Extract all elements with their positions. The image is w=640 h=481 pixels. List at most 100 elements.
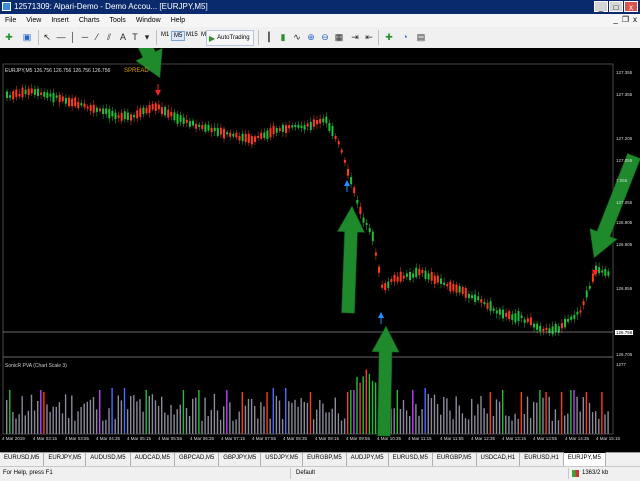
tab-audjpy-m5[interactable]: AUDJPY,M5 <box>347 453 389 466</box>
line-chart-icon[interactable]: ∿ <box>290 30 304 44</box>
menu-window[interactable]: Window <box>131 17 166 24</box>
volume-bar <box>164 412 166 434</box>
volume-bar <box>409 416 411 434</box>
candle-body <box>433 275 436 284</box>
volume-bar <box>570 390 572 434</box>
menu-view[interactable]: View <box>21 17 46 24</box>
doc-minimize-button[interactable]: _ <box>613 15 617 24</box>
volume-bar <box>303 401 305 434</box>
volume-bar <box>467 419 470 434</box>
menu-file[interactable]: File <box>0 17 21 24</box>
volume-bar <box>21 396 23 434</box>
chart-shift-icon[interactable]: ⇥ <box>348 30 362 44</box>
price-label: 126.905 <box>616 220 633 225</box>
candle-body <box>399 271 402 282</box>
tab-usdcad-h1[interactable]: USDCAD,H1 <box>477 453 521 466</box>
candle-body <box>201 125 204 130</box>
periods-icon[interactable]: ◔ <box>398 30 412 44</box>
tab-eurgbp-m5[interactable]: EURGBP,M5 <box>303 453 347 466</box>
candle-body <box>604 269 607 276</box>
candle-body <box>390 278 393 282</box>
tile-windows-icon[interactable]: ▦ <box>332 30 346 44</box>
candle-body <box>235 132 238 138</box>
chart-canvas[interactable] <box>0 48 640 452</box>
templates-icon[interactable]: ▤ <box>414 30 428 44</box>
tab-eurusd-m5[interactable]: EURUSD,M5 <box>0 453 45 466</box>
doc-close-button[interactable]: x <box>633 15 637 24</box>
volume-bar <box>89 399 92 434</box>
candle-body <box>285 125 287 133</box>
status-divider <box>568 468 569 479</box>
volume-bar <box>281 419 284 434</box>
cursor-icon[interactable]: ↖ <box>40 30 54 44</box>
profiles-icon[interactable]: ▣ <box>20 30 34 44</box>
candle-body <box>471 295 473 299</box>
window-controls: _ □ x <box>594 1 638 12</box>
volume-bar <box>405 410 408 434</box>
minimize-button[interactable]: _ <box>594 1 608 12</box>
timeframe-m1[interactable]: M1 <box>159 31 171 39</box>
timeframe-m15[interactable]: M15 <box>184 31 200 39</box>
time-label: 4 Mar 09:55 <box>346 436 371 441</box>
tab-eurusd-h1[interactable]: EURUSD,H1 <box>520 453 564 466</box>
menu-bar: File View Insert Charts Tools Window Hel… <box>0 14 640 27</box>
volume-bar <box>588 402 591 434</box>
tab-eurgbp-m5-2[interactable]: EURGBP,M5 <box>433 453 477 466</box>
candle-body <box>33 89 36 95</box>
volume-bar <box>319 399 321 434</box>
candle-body <box>12 91 15 100</box>
candle-body <box>368 228 371 233</box>
tab-gbpjpy-m5[interactable]: GBPJPY,M5 <box>219 453 262 466</box>
bar-chart-icon[interactable]: ┃ <box>262 30 276 44</box>
volume-bar <box>328 412 330 434</box>
tab-eurusd-m5-2[interactable]: EURUSD,M5 <box>389 453 433 466</box>
menu-insert[interactable]: Insert <box>46 17 74 24</box>
volume-bar <box>95 409 98 434</box>
candle-body <box>402 275 405 279</box>
candle-body <box>371 231 374 242</box>
zoom-in-icon[interactable]: ⊕ <box>304 30 318 44</box>
volume-bar <box>226 390 228 434</box>
candle-body <box>325 116 328 124</box>
candle-body <box>241 133 244 142</box>
tab-gbpcad-m5[interactable]: GBPCAD,M5 <box>175 453 220 466</box>
menu-tools[interactable]: Tools <box>104 17 130 24</box>
new-chart-icon[interactable]: ✚ <box>2 30 16 44</box>
volume-bar <box>309 392 312 434</box>
candle-body <box>378 266 380 273</box>
tab-eurjpy-m5[interactable]: EURJPY,M5 <box>44 453 87 466</box>
candle-body <box>430 272 433 281</box>
candle-body <box>483 302 486 305</box>
volume-bar <box>204 397 206 434</box>
doc-restore-button[interactable]: ❐ <box>622 15 629 24</box>
tab-audcad-m5[interactable]: AUDCAD,M5 <box>131 453 175 466</box>
menu-help[interactable]: Help <box>166 17 190 24</box>
tab-usdjpy-m5[interactable]: USDJPY,M5 <box>261 453 304 466</box>
indicators-icon[interactable]: ✚ <box>382 30 396 44</box>
candle-body <box>387 281 390 288</box>
candlestick-icon[interactable]: ▮ <box>276 30 290 44</box>
channel-icon[interactable]: ⫽ <box>102 30 116 44</box>
volume-bar <box>452 419 454 434</box>
zoom-out-icon[interactable]: ⊖ <box>318 30 332 44</box>
volume-bar <box>52 406 54 434</box>
menu-charts[interactable]: Charts <box>74 17 105 24</box>
close-button[interactable]: x <box>624 1 638 12</box>
time-label: 4 Mar 09:15 <box>315 436 340 441</box>
arrows-icon[interactable]: ▾ <box>140 30 154 44</box>
candle-body <box>164 106 167 116</box>
volume-bar <box>598 418 600 434</box>
autotrading-button[interactable]: ▶ AutoTrading <box>206 30 254 46</box>
candle-body <box>185 119 188 123</box>
candle-body <box>269 128 272 138</box>
candle-body <box>359 206 362 215</box>
tab-eurjpy-m5-active[interactable]: EURJPY,M5 <box>563 452 606 466</box>
volume-bar <box>260 402 262 434</box>
autoscroll-icon[interactable]: ⇤ <box>362 30 376 44</box>
maximize-button[interactable]: □ <box>609 1 623 12</box>
candle-body <box>157 104 160 110</box>
tab-audusd-m5[interactable]: AUDUSD,M5 <box>86 453 131 466</box>
candle-body <box>114 112 117 120</box>
volume-bar <box>591 412 594 434</box>
chart-window[interactable]: EURJPY,M5 126.756 126.756 126.756 126.75… <box>0 48 640 452</box>
